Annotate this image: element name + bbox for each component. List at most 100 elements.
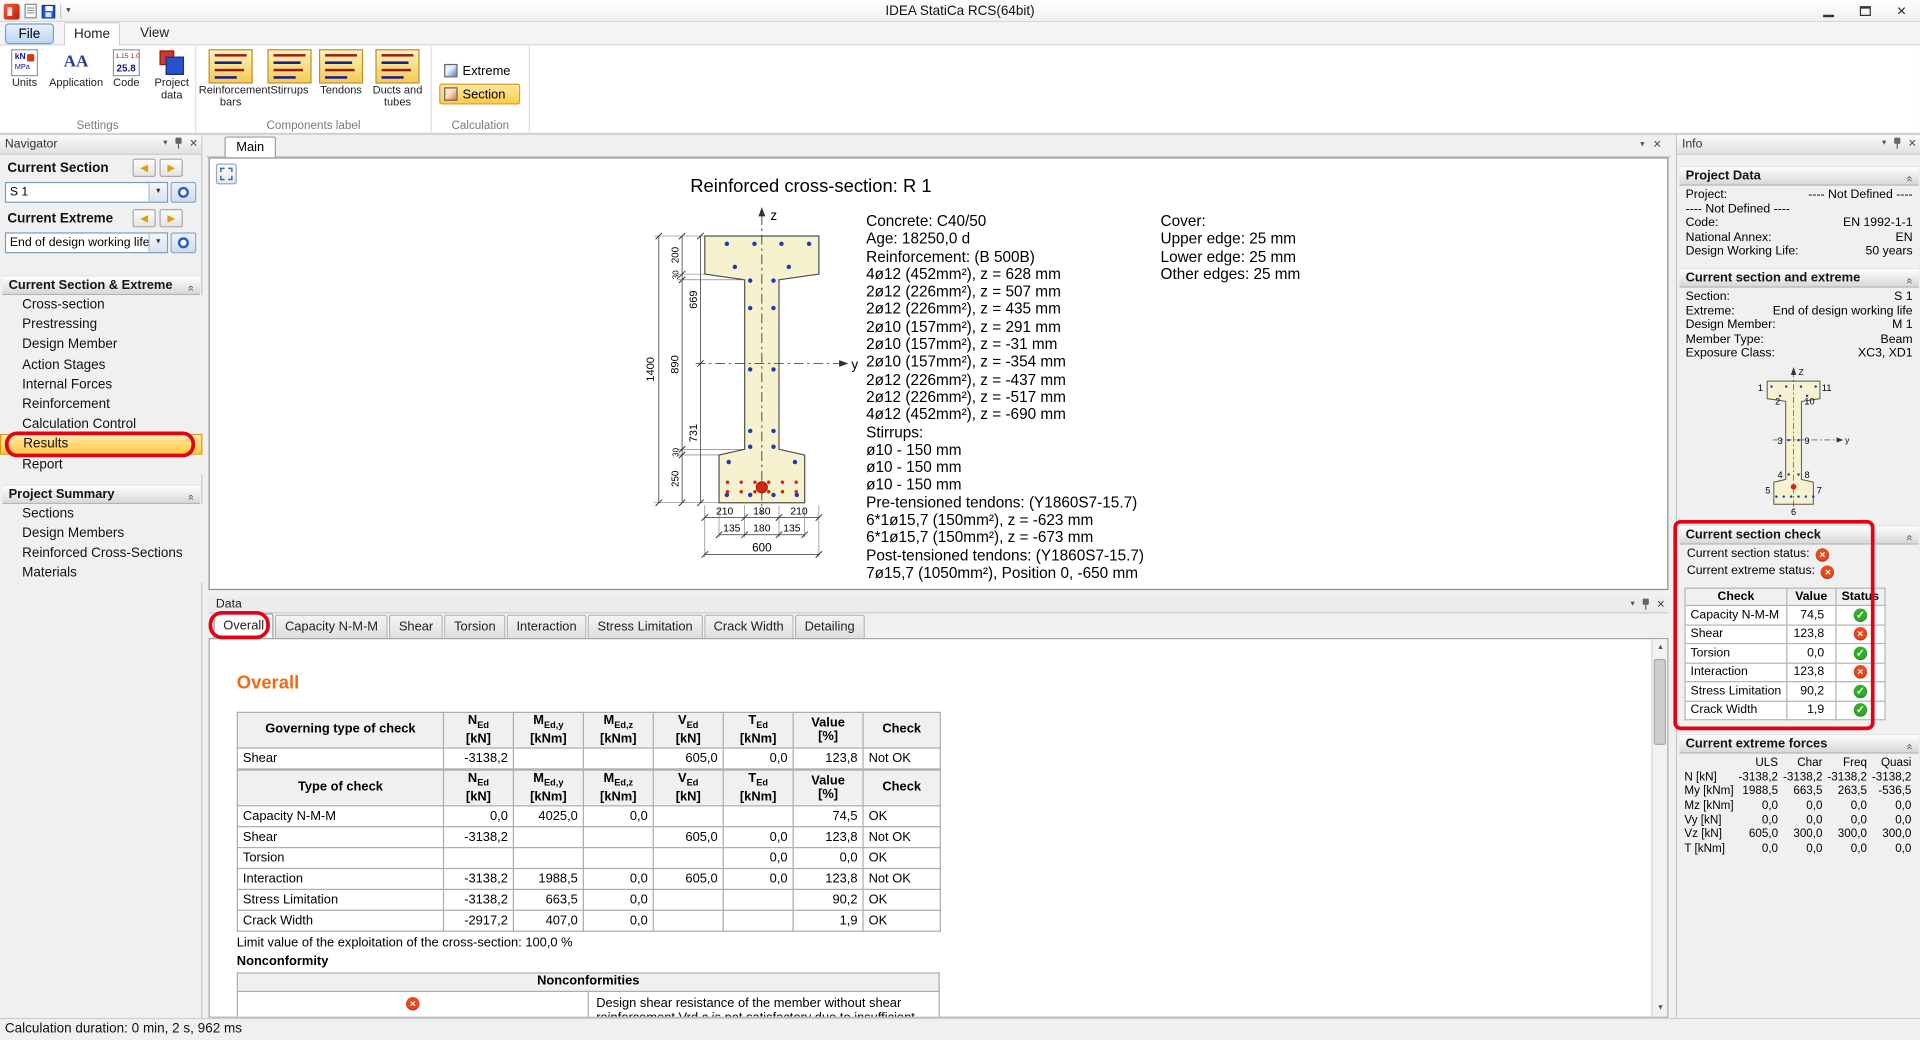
drawing-annotation-line: Concrete: C40/50: [866, 213, 1173, 231]
data-tab-detailing[interactable]: Detailing: [795, 615, 865, 638]
current-extreme-select[interactable]: End of design working life ▼: [5, 232, 168, 253]
pin-icon[interactable]: [174, 138, 184, 150]
tab-view[interactable]: View: [128, 22, 182, 45]
tendons-button[interactable]: Tendons: [317, 48, 366, 97]
panel-menu-icon[interactable]: ▾: [1882, 138, 1886, 150]
table-row: Torsion0,00,0OK: [237, 848, 940, 869]
scroll-down-icon[interactable]: ▼: [1652, 999, 1668, 1016]
svg-text:7: 7: [1817, 486, 1822, 496]
nav-item-reinforced-cross-sections[interactable]: Reinforced Cross-Sections: [0, 543, 202, 563]
fail-icon: ×: [1821, 565, 1834, 579]
drawing-title: Reinforced cross-section: R 1: [615, 176, 1008, 197]
extreme-settings-button[interactable]: [171, 232, 197, 253]
current-section-check-header[interactable]: Current section check »: [1679, 525, 1918, 545]
prev-section-button[interactable]: ◀: [132, 159, 155, 177]
pin-icon[interactable]: [1892, 138, 1902, 150]
nav-group-header-project-summary[interactable]: Project Summary»: [2, 484, 200, 504]
zoom-fit-button[interactable]: [216, 163, 237, 184]
collapse-chevron-icon[interactable]: »: [1900, 278, 1918, 284]
table-row: Crack Width-2917,2407,00,01,9OK: [237, 910, 940, 931]
scrollbar-thumb[interactable]: [1654, 659, 1666, 745]
nav-item-calculation-control[interactable]: Calculation Control: [0, 414, 202, 434]
units-button[interactable]: Units: [2, 48, 46, 89]
current-section-extreme-header[interactable]: Current section and extreme »: [1679, 268, 1918, 288]
collapse-chevron-icon[interactable]: »: [182, 285, 200, 291]
tab-main[interactable]: Main: [225, 136, 277, 157]
data-tab-overall[interactable]: Overall: [213, 613, 273, 638]
group-label-settings: Settings: [0, 119, 195, 133]
close-icon[interactable]: ×: [1908, 138, 1916, 150]
pin-icon[interactable]: [1641, 599, 1651, 611]
stirrups-button[interactable]: Stirrups: [265, 48, 314, 97]
section-settings-button[interactable]: [171, 182, 197, 203]
close-icon[interactable]: ×: [1653, 139, 1661, 151]
drawing-annotation-line: 2ø10 (157mm²), z = -31 mm: [866, 336, 1173, 354]
nav-item-materials[interactable]: Materials: [0, 563, 202, 583]
group-label-calculation: Calculation: [432, 119, 529, 133]
nav-item-results[interactable]: Results: [0, 434, 202, 454]
svg-text:9: 9: [1805, 436, 1810, 446]
reinforcement-bars-button[interactable]: Reinforcement bars: [199, 48, 263, 108]
code-button[interactable]: Code: [106, 48, 148, 89]
data-tab-crack-width[interactable]: Crack Width: [704, 615, 794, 638]
info-row: Code:EN 1992-1-1: [1677, 217, 1920, 231]
project-data-button[interactable]: Project data: [148, 48, 195, 101]
next-extreme-button[interactable]: ▶: [159, 209, 182, 227]
table-row: Stress Limitation90,2✓: [1685, 682, 1885, 701]
maximize-button[interactable]: [1846, 0, 1883, 22]
reinforcement-bars-icon: [209, 49, 253, 83]
nav-item-sections[interactable]: Sections: [0, 504, 202, 524]
dim-bottom-taper: 30: [671, 447, 680, 456]
table-row: Interaction-3138,21988,50,0605,00,0123,8…: [237, 869, 940, 890]
nav-item-design-member[interactable]: Design Member: [0, 335, 202, 355]
info-row: Member Type:Beam: [1677, 333, 1920, 347]
section-button[interactable]: Section: [439, 84, 520, 105]
main-area: Main ▾ × Reinforced cross-section: R 1: [206, 135, 1671, 1018]
nav-item-action-stages[interactable]: Action Stages: [0, 355, 202, 375]
application-button[interactable]: Application: [49, 48, 103, 89]
data-tab-interaction[interactable]: Interaction: [507, 615, 587, 638]
prev-extreme-button[interactable]: ◀: [132, 209, 155, 227]
data-tab-capacity-n-m-m[interactable]: Capacity N-M-M: [275, 615, 388, 638]
data-tab-shear[interactable]: Shear: [389, 615, 443, 638]
ducts-and-tubes-button[interactable]: Ducts and tubes: [368, 48, 427, 108]
close-icon[interactable]: ×: [190, 138, 198, 150]
drawing-canvas[interactable]: Reinforced cross-section: R 1 z y: [209, 157, 1669, 590]
tendons-icon: [319, 49, 363, 83]
chevron-down-icon[interactable]: ▼: [148, 234, 166, 252]
nav-item-report[interactable]: Report: [0, 454, 202, 474]
collapse-chevron-icon[interactable]: »: [1900, 535, 1918, 541]
nav-item-design-members[interactable]: Design Members: [0, 524, 202, 544]
nav-item-internal-forces[interactable]: Internal Forces: [0, 375, 202, 395]
collapse-chevron-icon[interactable]: »: [1900, 744, 1918, 750]
vertical-scrollbar[interactable]: ▲ ▼: [1651, 639, 1667, 1016]
tab-home[interactable]: Home: [64, 22, 120, 45]
svg-text:2: 2: [1775, 396, 1780, 406]
panel-menu-icon[interactable]: ▾: [163, 138, 167, 150]
data-tab-torsion[interactable]: Torsion: [444, 615, 505, 638]
extreme-button[interactable]: Extreme: [439, 60, 520, 81]
collapse-chevron-icon[interactable]: »: [182, 494, 200, 500]
nav-item-prestressing[interactable]: Prestressing: [0, 315, 202, 335]
collapse-chevron-icon[interactable]: »: [1900, 176, 1918, 182]
nav-item-cross-section[interactable]: Cross-section: [0, 295, 202, 315]
nav-item-reinforcement[interactable]: Reinforcement: [0, 395, 202, 415]
tab-list-icon[interactable]: ▾: [1640, 139, 1644, 151]
chevron-down-icon[interactable]: ▼: [148, 183, 166, 201]
current-section-select[interactable]: S 1 ▼: [5, 182, 168, 203]
next-section-button[interactable]: ▶: [159, 159, 182, 177]
minimize-button[interactable]: [1810, 0, 1847, 22]
current-extreme-forces-header[interactable]: Current extreme forces »: [1679, 734, 1918, 754]
file-menu-button[interactable]: File: [5, 23, 54, 44]
drawing-annotation-line: 2ø12 (226mm²), z = -517 mm: [866, 388, 1173, 406]
fail-icon: ×: [1854, 665, 1867, 679]
close-button[interactable]: ×: [1883, 0, 1920, 22]
close-icon[interactable]: ×: [1657, 599, 1665, 611]
panel-menu-icon[interactable]: ▾: [1630, 599, 1634, 611]
mini-post-tendon-dot: [1791, 484, 1797, 490]
nav-group-header-current-section-extreme[interactable]: Current Section & Extreme»: [2, 275, 200, 295]
project-data-header[interactable]: Project Data »: [1679, 166, 1918, 186]
data-tab-stress-limitation[interactable]: Stress Limitation: [588, 615, 703, 638]
drawing-annotation-line: 6*1ø15,7 (150mm²), z = -673 mm: [866, 529, 1173, 547]
scroll-up-icon[interactable]: ▲: [1652, 639, 1668, 656]
